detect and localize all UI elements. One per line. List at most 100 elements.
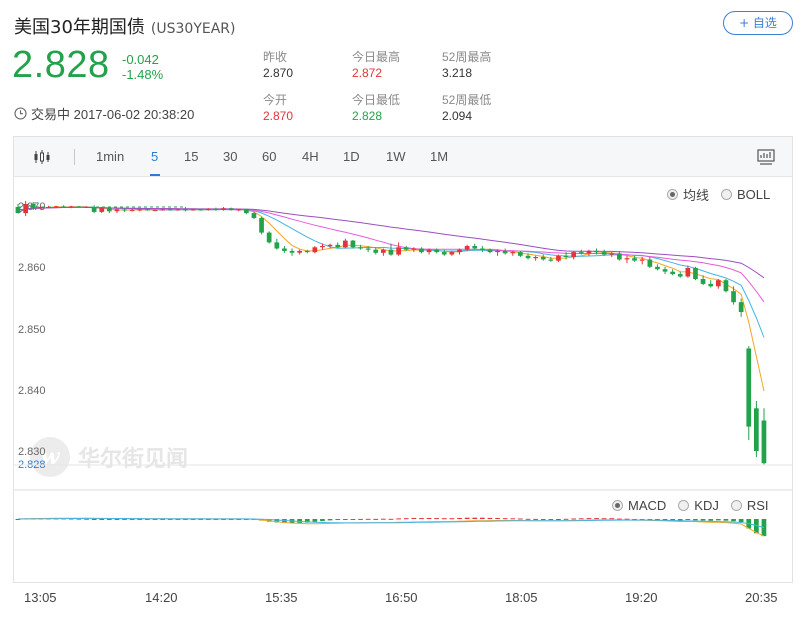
candle-body xyxy=(122,209,127,211)
candle-body xyxy=(107,208,112,212)
candle-body xyxy=(266,232,272,243)
macd-histogram-bar xyxy=(716,519,721,521)
candle-body xyxy=(289,250,295,253)
macd-histogram-bar xyxy=(441,518,447,520)
macd-histogram-bar xyxy=(396,518,401,520)
candle-body xyxy=(373,249,379,253)
candle-body xyxy=(91,207,97,212)
candle-body xyxy=(693,268,698,279)
macd-histogram-bar xyxy=(464,517,470,519)
candle-body xyxy=(525,255,531,259)
macd-histogram-bar xyxy=(731,519,736,522)
macd-dif-line xyxy=(17,517,765,537)
candle-body xyxy=(160,209,165,211)
candle-body xyxy=(114,209,120,212)
macd-histogram-bar xyxy=(723,519,729,521)
macd-histogram-bar xyxy=(609,518,615,520)
macd-histogram-bar xyxy=(525,518,531,520)
macd-histogram-bar xyxy=(738,519,744,522)
candle-body xyxy=(213,208,219,210)
candle-body xyxy=(662,269,668,272)
macd-histogram-bar xyxy=(556,519,561,520)
candle-body xyxy=(327,244,333,246)
candle-body xyxy=(685,268,691,277)
candle-body xyxy=(723,280,729,292)
x-tick-label: 19:20 xyxy=(625,590,658,605)
candle-body xyxy=(198,209,203,211)
candle-body xyxy=(761,420,767,464)
candle-body xyxy=(457,249,462,253)
candle-body xyxy=(76,206,82,208)
candle-body xyxy=(609,253,615,255)
macd-histogram-bar xyxy=(320,519,325,522)
candle-body xyxy=(297,250,302,253)
macd-histogram-bar xyxy=(434,518,439,520)
x-tick-label: 20:35 xyxy=(745,590,778,605)
candle-body xyxy=(15,207,21,214)
candle-body xyxy=(639,259,645,261)
candle-body xyxy=(61,206,66,208)
macd-histogram-bar xyxy=(495,518,500,519)
candle-body xyxy=(320,246,325,248)
macd-histogram-bar xyxy=(91,519,97,520)
candle-body xyxy=(434,249,439,253)
candle-body xyxy=(396,247,401,255)
candle-body xyxy=(563,255,569,257)
macd-histogram-bar xyxy=(403,518,409,520)
candle-body xyxy=(533,257,538,259)
candle-body xyxy=(358,247,363,249)
candle-body xyxy=(540,257,546,260)
ma40-line xyxy=(17,206,765,279)
macd-histogram-bar xyxy=(350,519,356,520)
candle-body xyxy=(754,408,759,451)
candle-body xyxy=(708,283,714,287)
macd-histogram-bar xyxy=(312,519,318,522)
candle-body xyxy=(411,248,417,250)
macd-histogram-bar xyxy=(381,518,386,520)
candle-body xyxy=(480,248,485,250)
macd-histogram-bar xyxy=(99,519,105,520)
x-tick-label: 15:35 xyxy=(265,590,298,605)
macd-histogram-bar xyxy=(693,519,698,521)
macd-histogram-bar xyxy=(540,519,546,520)
macd-histogram-bar xyxy=(388,518,394,520)
candle-body xyxy=(343,240,348,248)
macd-histogram-bar xyxy=(107,519,112,520)
macd-histogram-bar xyxy=(426,518,432,519)
candle-body xyxy=(251,213,257,218)
candle-body xyxy=(594,250,599,253)
candle-body xyxy=(746,348,752,427)
candle-body xyxy=(259,218,264,233)
candle-body xyxy=(441,252,447,255)
candle-body xyxy=(312,247,318,253)
macd-histogram-bar xyxy=(700,519,706,521)
macd-histogram-bar xyxy=(335,519,341,520)
macd-histogram-bar xyxy=(685,519,691,520)
candle-body xyxy=(388,249,394,255)
macd-histogram-bar xyxy=(548,519,554,520)
macd-histogram-bar xyxy=(510,518,516,520)
candle-body xyxy=(426,249,432,253)
macd-histogram-bar xyxy=(533,518,538,520)
x-tick-label: 13:05 xyxy=(24,590,57,605)
candle-body xyxy=(518,252,523,256)
macd-histogram-bar xyxy=(487,517,493,519)
candle-body xyxy=(205,208,211,210)
candle-body xyxy=(183,209,188,211)
candle-body xyxy=(350,240,356,248)
candle-body xyxy=(487,249,493,253)
candle-body xyxy=(167,209,173,211)
candle-body xyxy=(274,242,280,249)
candle-body xyxy=(137,209,143,211)
candlestick-chart xyxy=(14,200,792,537)
candle-body xyxy=(381,249,386,253)
candle-body xyxy=(716,280,721,287)
macd-histogram-bar xyxy=(708,519,714,521)
ma5-line xyxy=(17,205,765,392)
candle-body xyxy=(700,279,706,284)
candle-body xyxy=(510,252,516,254)
macd-histogram-bar xyxy=(563,518,569,520)
macd-histogram-bar xyxy=(343,519,348,520)
candle-body xyxy=(129,210,135,212)
macd-histogram-bar xyxy=(114,519,120,520)
